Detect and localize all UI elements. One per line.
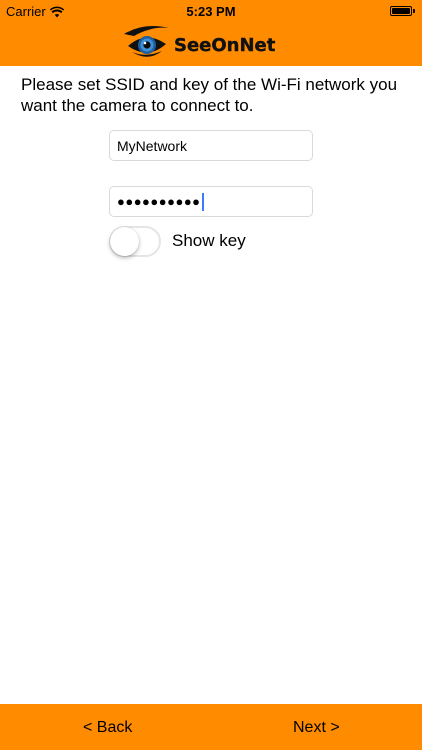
battery-fill [392,7,410,14]
key-value: ●●●●●●●●●● [117,194,201,209]
ssid-input[interactable]: MyNetwork [109,130,313,161]
instructions-text: Please set SSID and key of the Wi-Fi net… [21,75,398,115]
battery-body [390,5,412,16]
header-bar: Carrier 5:23 PM SeeOnNet [0,0,422,66]
status-bar: Carrier 5:23 PM [0,0,422,22]
key-input[interactable]: ●●●●●●●●●● [109,186,313,217]
clock: 5:23 PM [186,4,236,19]
toggle-knob [110,227,139,256]
app-logo: SeeOnNet [122,24,276,62]
footer-bar: < Back Next > [0,704,422,750]
eye-logo-icon [124,26,169,57]
back-button[interactable]: < Back [83,719,132,737]
show-key-label: Show key [172,231,246,250]
battery-icon [390,5,416,16]
text-cursor [201,192,204,211]
wifi-setup-screen: Carrier 5:23 PM SeeOnNet Please set SSID… [0,0,422,750]
logo-text: SeeOnNet [174,34,276,56]
ssid-value: MyNetwork [117,137,188,154]
show-key-toggle[interactable] [109,226,161,257]
next-button[interactable]: Next > [293,719,340,737]
battery-tip [413,8,415,13]
